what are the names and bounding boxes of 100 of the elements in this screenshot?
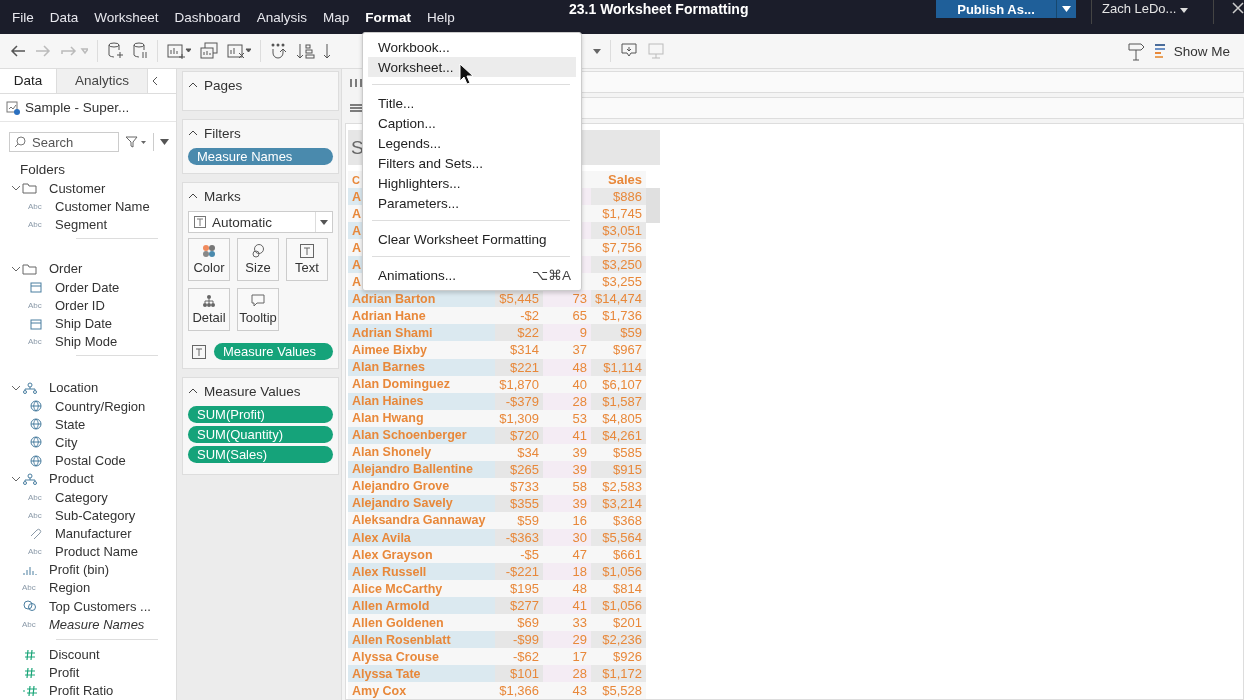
table-cell: $7,756 — [591, 239, 646, 257]
data-source-name[interactable]: Sample - Super... — [25, 100, 130, 115]
menu-item[interactable]: Worksheet — [86, 10, 167, 25]
row-header: Adrian Hane — [348, 307, 495, 325]
mark-property-button[interactable]: Detail — [188, 288, 230, 331]
card-title: Marks — [204, 188, 241, 204]
table-cell: $3,051 — [591, 222, 646, 240]
menu-item[interactable]: Analysis — [248, 10, 315, 25]
menu-item[interactable]: Legends... — [368, 133, 576, 153]
row-header: Aimee Bixby — [348, 341, 495, 359]
menu-item[interactable]: Workbook... — [368, 37, 576, 57]
row-header: Allen Rosenblatt — [348, 631, 495, 649]
table-cell: 29 — [543, 631, 591, 649]
field-item[interactable]: Postal Code — [55, 453, 126, 469]
menu-item[interactable]: Format — [357, 10, 419, 25]
menu-item[interactable]: Worksheet... — [368, 57, 576, 77]
field-item[interactable]: Sub-Category — [55, 507, 136, 523]
table-cell: $2,236 — [591, 631, 646, 649]
table-cell: $14,474 — [591, 290, 646, 308]
field-item[interactable]: Order ID — [55, 297, 105, 313]
table-cell: 65 — [543, 307, 591, 325]
data-type-label: Abc — [28, 337, 42, 347]
table-cell: $1,056 — [591, 597, 646, 615]
data-type-label: Abc — [22, 583, 36, 593]
menu-item[interactable]: Help — [418, 10, 463, 25]
table-cell: $201 — [591, 614, 646, 632]
field-item[interactable]: Order — [49, 261, 83, 277]
menu-item[interactable]: Dashboard — [166, 10, 249, 25]
menu-item[interactable]: Filters and Sets... — [368, 153, 576, 173]
field-item[interactable]: Manufacturer — [55, 525, 132, 541]
field-item[interactable]: Ship Mode — [55, 334, 118, 350]
mark-type-dropdown[interactable]: Automatic — [188, 211, 333, 233]
mark-property-button[interactable]: Text — [286, 238, 328, 281]
field-item[interactable]: Customer Name — [55, 199, 150, 215]
menu-item[interactable]: File — [4, 10, 42, 25]
field-item[interactable]: Profit — [49, 665, 80, 681]
field-item[interactable]: Segment — [55, 217, 108, 233]
field-item[interactable]: Category — [55, 489, 108, 505]
table-cell: $3,250 — [591, 256, 646, 274]
table-cell: $814 — [591, 580, 646, 598]
table-cell: 17 — [543, 648, 591, 666]
table-cell: -$99 — [495, 631, 543, 649]
table-cell: -$221 — [495, 563, 543, 581]
table-cell: $1,172 — [591, 665, 646, 683]
row-header: Alice McCarthy — [348, 580, 495, 598]
table-cell: 9 — [543, 324, 591, 342]
mark-property-button[interactable]: Size — [237, 238, 279, 281]
field-item[interactable]: State — [55, 416, 86, 432]
field-item[interactable]: Product — [49, 471, 94, 487]
table-cell: $886 — [591, 188, 646, 206]
data-type-label: Abc — [28, 547, 42, 557]
row-header: Allen Armold — [348, 597, 495, 615]
field-item[interactable]: Product Name — [55, 544, 139, 560]
data-type-label: Abc — [28, 510, 42, 520]
search-field[interactable]: Search — [9, 132, 119, 152]
table-cell: $3,255 — [591, 273, 646, 291]
table-cell: 33 — [543, 614, 591, 632]
field-item[interactable]: Location — [49, 380, 99, 396]
show-me-button[interactable]: Show Me — [1153, 43, 1230, 59]
table-cell: $967 — [591, 341, 646, 359]
field-item[interactable]: Customer — [49, 180, 106, 196]
row-header: Adrian Barton — [348, 290, 495, 308]
table-cell: $661 — [591, 546, 646, 564]
table-cell: $314 — [495, 341, 543, 359]
row-header: Adrian Shami — [348, 324, 495, 342]
menu-item[interactable]: Title... — [368, 93, 576, 113]
field-item[interactable]: Profit (bin) — [49, 562, 109, 578]
table-cell: $1,056 — [591, 563, 646, 581]
field-pill[interactable]: Measure Names — [188, 148, 333, 165]
table-cell: -$62 — [495, 648, 543, 666]
table-cell: 47 — [543, 546, 591, 564]
data-type-label: Abc — [22, 619, 36, 629]
publish-button[interactable]: Publish As... — [936, 0, 1056, 18]
table-cell: $277 — [495, 597, 543, 615]
table-cell: -$2 — [495, 307, 543, 325]
field-item[interactable]: Region — [49, 580, 91, 596]
data-type-label: Abc — [28, 220, 42, 230]
row-header: Amy Cox — [348, 682, 495, 699]
menu-item[interactable]: Caption... — [368, 113, 576, 133]
menu-item[interactable]: Data — [41, 10, 87, 25]
pane-tab[interactable]: Analytics — [57, 69, 148, 93]
table-cell: 41 — [543, 597, 591, 615]
field-item[interactable]: Order Date — [55, 279, 120, 295]
field-item[interactable]: Discount — [49, 647, 100, 663]
table-cell: 28 — [543, 665, 591, 683]
menu-item[interactable]: Map — [314, 10, 358, 25]
field-item[interactable]: Measure Names — [49, 616, 145, 632]
table-cell: $1,736 — [591, 307, 646, 325]
mark-property-button[interactable]: Color — [188, 238, 230, 281]
field-item[interactable]: Country/Region — [55, 398, 146, 414]
table-cell: $22 — [495, 324, 543, 342]
table-cell: $195 — [495, 580, 543, 598]
field-item[interactable]: Top Customers ... — [49, 598, 151, 614]
user-menu[interactable]: Zach LeDo... — [1102, 0, 1198, 16]
field-item[interactable]: Ship Date — [55, 316, 113, 332]
table-cell: 43 — [543, 682, 591, 699]
table-cell: $926 — [591, 648, 646, 666]
field-item[interactable]: City — [55, 434, 78, 450]
field-item[interactable]: Profit Ratio — [49, 683, 114, 699]
mark-property-button[interactable]: Tooltip — [237, 288, 279, 331]
